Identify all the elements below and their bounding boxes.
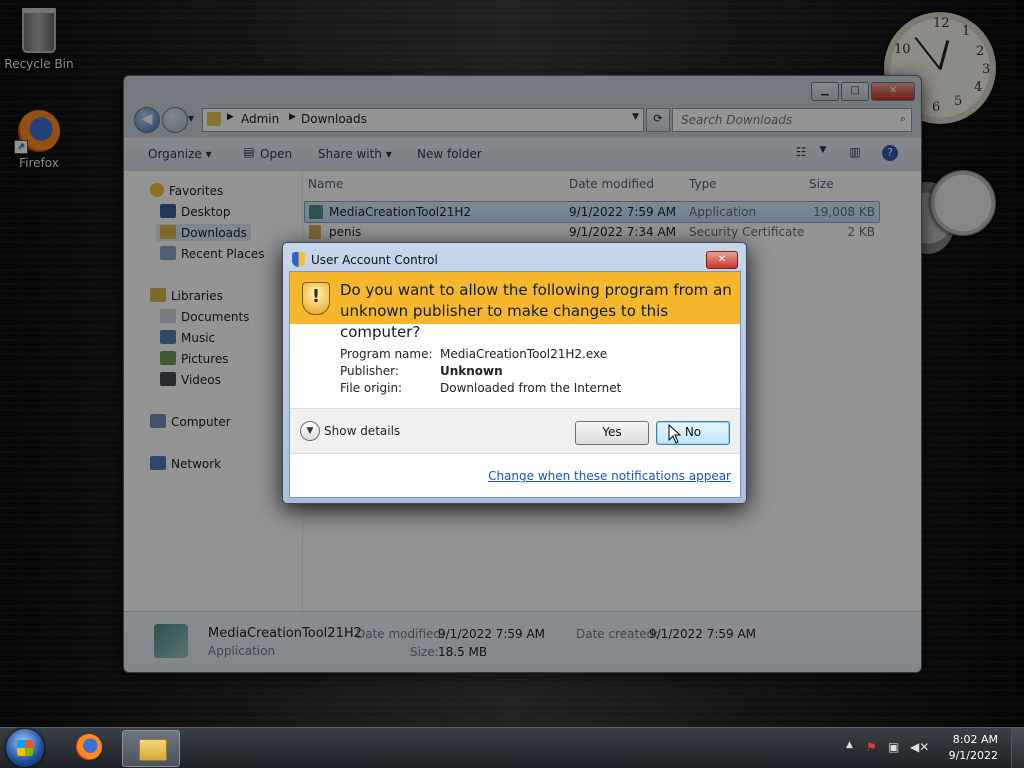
publisher-value: Unknown [440, 364, 503, 378]
change-notifications-link[interactable]: Change when these notifications appear [488, 469, 731, 483]
system-tray: ▲ ⚑ ▣ ◀✕ 8:02 AM 9/1/2022 [824, 728, 1024, 768]
taskbar: ▲ ⚑ ▣ ◀✕ 8:02 AM 9/1/2022 [0, 727, 1024, 768]
network-tray-icon[interactable]: ▣ [888, 740, 899, 754]
start-button[interactable] [6, 729, 44, 767]
volume-muted-icon[interactable]: ◀✕ [910, 740, 929, 754]
publisher-label: Publisher: [340, 364, 399, 378]
uac-question: Do you want to allow the following progr… [340, 281, 732, 341]
taskbar-explorer[interactable] [122, 730, 180, 767]
program-name-value: MediaCreationTool21H2.exe [440, 347, 608, 361]
taskbar-clock[interactable]: 8:02 AM 9/1/2022 [949, 732, 998, 764]
show-details-toggle[interactable]: Show details [324, 424, 400, 438]
clock-time: 8:02 AM [952, 733, 998, 746]
file-origin-label: File origin: [340, 381, 403, 395]
uac-title: User Account Control [311, 253, 438, 267]
show-desktop-button[interactable] [1011, 728, 1024, 768]
show-hidden-icons-icon[interactable]: ▲ [846, 740, 853, 750]
file-origin-value: Downloaded from the Internet [440, 381, 622, 395]
uac-body: ! Do you want to allow the following pro… [289, 271, 741, 498]
uac-shield-icon [292, 252, 305, 267]
uac-close-button[interactable]: ✕ [706, 251, 738, 269]
warning-shield-icon: ! [302, 282, 330, 315]
action-center-icon[interactable]: ⚑ [866, 740, 877, 754]
mouse-pointer-icon [668, 424, 682, 444]
firefox-icon [76, 734, 102, 760]
uac-warning-banner: ! Do you want to allow the following pro… [290, 272, 740, 341]
taskbar-firefox[interactable] [60, 730, 116, 765]
chevron-down-icon[interactable]: ▼ [300, 421, 320, 441]
windows-logo-icon [17, 740, 33, 756]
program-name-label: Program name: [340, 347, 433, 361]
uac-dialog: User Account Control ✕ ! Do you want to … [282, 242, 747, 504]
yes-button[interactable]: Yes [575, 421, 649, 445]
clock-date: 9/1/2022 [948, 749, 998, 762]
folder-icon [139, 739, 167, 761]
